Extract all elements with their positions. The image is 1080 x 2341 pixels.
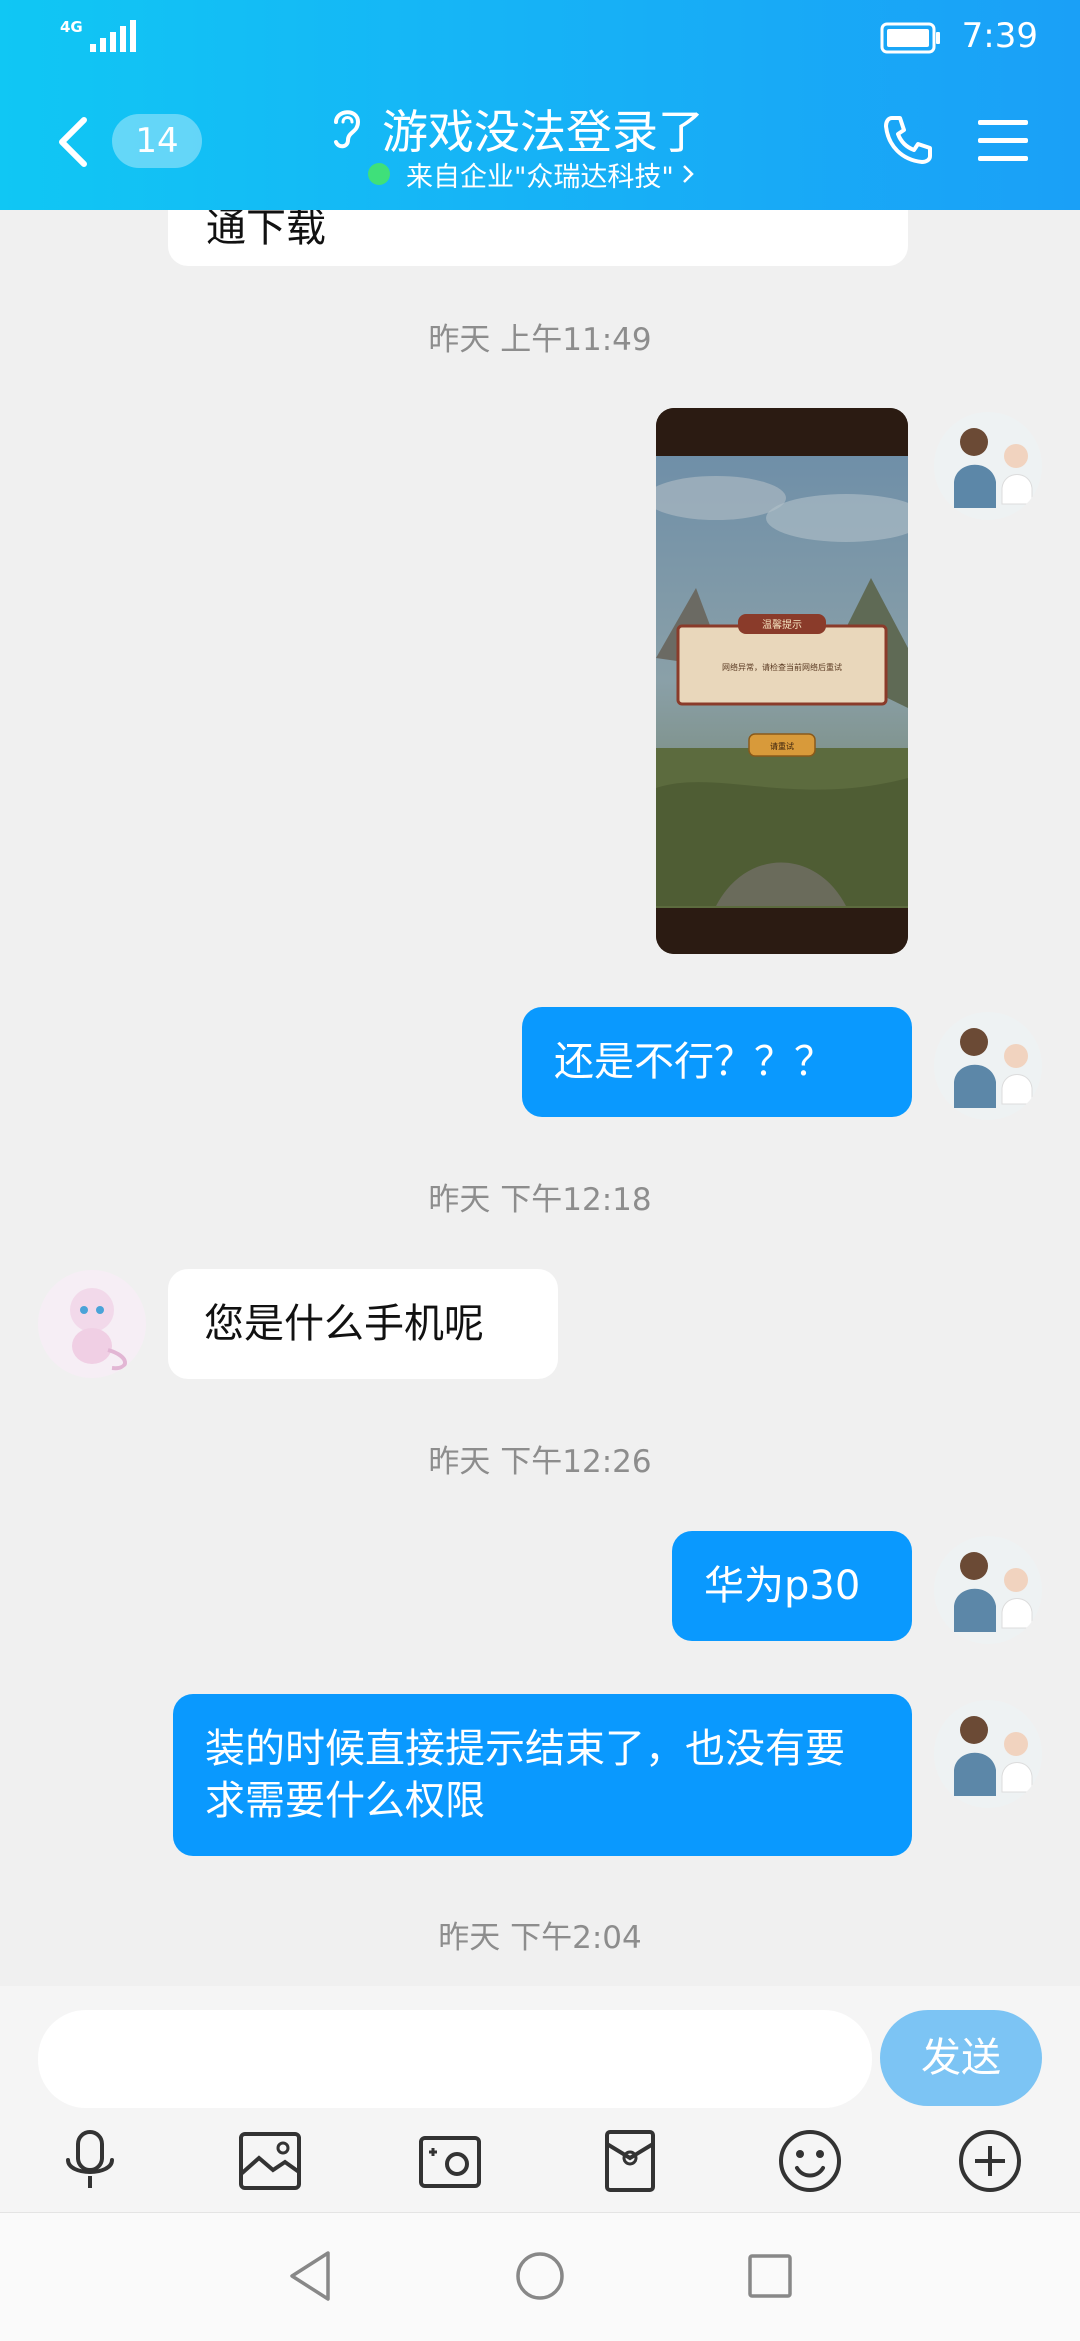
chat-header: 4G 7:39 14 游戏没法登录了 来自企业"众瑞达科技" bbox=[0, 0, 1080, 210]
network-type: 4G bbox=[60, 18, 83, 36]
message-text: 您是什么手机呢 bbox=[204, 1301, 484, 1347]
battery-icon bbox=[880, 22, 940, 54]
nav-recents-icon[interactable] bbox=[746, 2249, 794, 2303]
avatar-self[interactable] bbox=[934, 1700, 1042, 1808]
message-composer: 发送 bbox=[0, 1986, 1080, 2212]
mic-icon[interactable] bbox=[55, 2126, 125, 2196]
image-icon[interactable] bbox=[235, 2126, 305, 2196]
message-bubble-incoming[interactable]: 您是什么手机呢 bbox=[168, 1269, 558, 1379]
message-bubble-incoming[interactable]: 通下载 bbox=[168, 210, 908, 266]
avatar-self[interactable] bbox=[934, 1536, 1042, 1644]
timestamp: 昨天 下午2:04 bbox=[438, 1920, 642, 1956]
message-text: 通下载 bbox=[206, 210, 326, 251]
message-text: 还是不行？？？ bbox=[554, 1039, 834, 1085]
signal-icon bbox=[90, 20, 136, 52]
back-arrow-icon[interactable] bbox=[54, 112, 94, 172]
status-time: 7:39 bbox=[961, 16, 1038, 56]
avatar-contact[interactable] bbox=[38, 1270, 146, 1378]
avatar-self[interactable] bbox=[934, 1012, 1042, 1120]
online-status-dot bbox=[368, 163, 390, 185]
screenshot-image-message[interactable]: 温馨提示 网络异常，请检查当前网络后重试 请重试 bbox=[656, 408, 908, 954]
chat-title: 游戏没法登录了 bbox=[382, 105, 704, 159]
system-navigation-bar bbox=[0, 2212, 1080, 2341]
enterprise-subtitle: 来自企业"众瑞达科技" bbox=[406, 161, 674, 193]
message-bubble-outgoing[interactable]: 华为p30 bbox=[672, 1531, 912, 1641]
camera-icon[interactable] bbox=[415, 2126, 485, 2196]
game-screenshot-image: 温馨提示 网络异常，请检查当前网络后重试 请重试 bbox=[656, 408, 908, 954]
unread-count-badge[interactable]: 14 bbox=[112, 114, 202, 168]
plus-icon[interactable] bbox=[955, 2126, 1025, 2196]
message-input[interactable] bbox=[38, 2010, 872, 2108]
dialog-title: 温馨提示 bbox=[762, 618, 802, 631]
phone-call-icon[interactable] bbox=[880, 112, 936, 168]
avatar-self[interactable] bbox=[934, 412, 1042, 520]
timestamp: 昨天 下午12:18 bbox=[428, 1182, 652, 1218]
red-packet-icon[interactable] bbox=[595, 2126, 665, 2196]
message-text: 华为p30 bbox=[704, 1563, 861, 1609]
message-text: 装的时候直接提示结束了，也没有要求需要什么权限 bbox=[205, 1726, 845, 1824]
enterprise-source[interactable]: 来自企业"众瑞达科技" bbox=[368, 155, 694, 193]
send-button[interactable]: 发送 bbox=[880, 2010, 1042, 2106]
nav-home-icon[interactable] bbox=[514, 2249, 566, 2303]
chevron-right-icon bbox=[682, 165, 694, 183]
dialog-button: 请重试 bbox=[770, 741, 794, 751]
dialog-text: 网络异常，请检查当前网络后重试 bbox=[722, 662, 842, 672]
timestamp: 昨天 上午11:49 bbox=[428, 322, 652, 358]
emoji-icon[interactable] bbox=[775, 2126, 845, 2196]
ear-icon[interactable] bbox=[326, 104, 366, 152]
message-list[interactable]: 通下载 昨天 上午11:49 温馨提示 网络异常，请检查当前网络后重试 请重试 … bbox=[0, 210, 1080, 1986]
message-bubble-outgoing[interactable]: 还是不行？？？ bbox=[522, 1007, 912, 1117]
message-bubble-outgoing[interactable]: 装的时候直接提示结束了，也没有要求需要什么权限 bbox=[173, 1694, 912, 1856]
menu-icon[interactable] bbox=[976, 116, 1030, 164]
timestamp: 昨天 下午12:26 bbox=[428, 1444, 652, 1480]
nav-back-icon[interactable] bbox=[286, 2249, 334, 2303]
